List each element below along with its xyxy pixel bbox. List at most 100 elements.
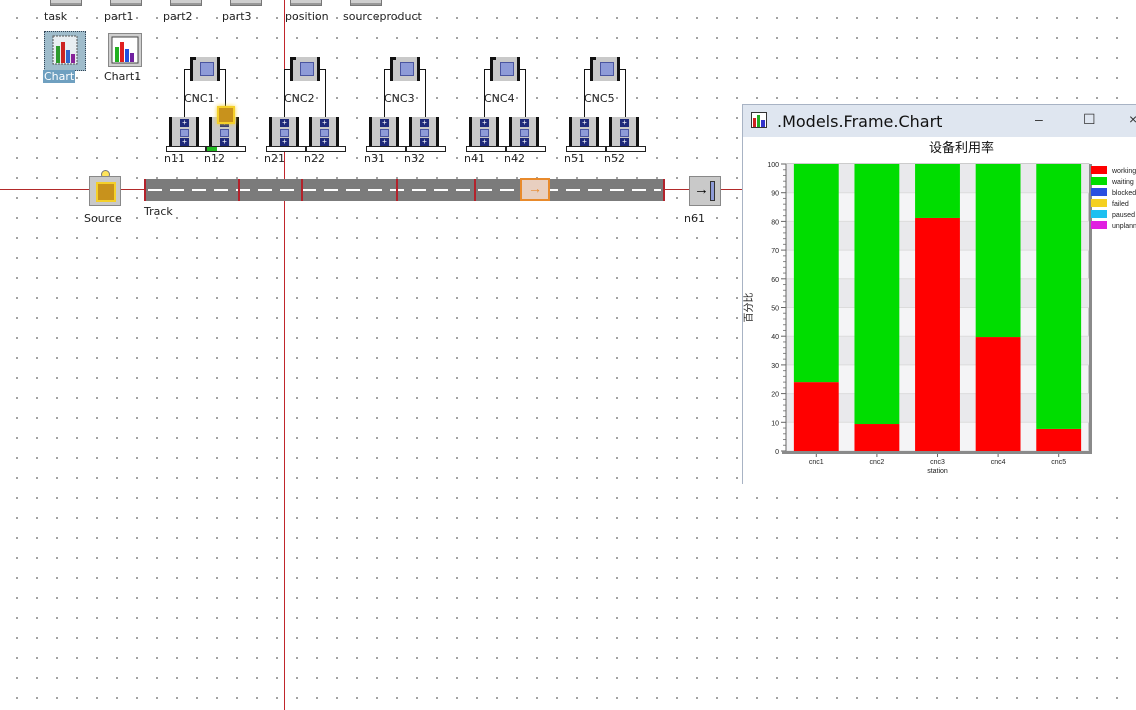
buffer-part-icon xyxy=(480,129,489,137)
source-object[interactable] xyxy=(89,176,121,206)
minimize-button[interactable]: – xyxy=(1035,111,1043,127)
legend-swatch-failed xyxy=(1091,199,1107,207)
track-drain-connector xyxy=(665,189,690,190)
buffer-label: n12 xyxy=(204,152,225,165)
y-tick-label: 30 xyxy=(771,363,779,370)
cnc-machine[interactable] xyxy=(290,57,320,81)
buffer[interactable]: + + xyxy=(469,117,499,149)
legend-label-waiting: waiting xyxy=(1111,179,1134,186)
plus-icon: + xyxy=(480,119,489,127)
bar-waiting-cnc1 xyxy=(793,164,839,383)
machine-part-icon xyxy=(300,62,314,76)
y-tick-label: 60 xyxy=(771,277,779,284)
chart-title: 设备利用率 xyxy=(929,140,994,156)
drain-object[interactable]: → xyxy=(689,176,721,206)
maximize-button[interactable]: ☐ xyxy=(1083,111,1096,128)
chart1-object-icon[interactable] xyxy=(108,33,142,67)
buffer-part-icon xyxy=(280,129,289,137)
buffer-part-icon xyxy=(380,129,389,137)
bar-chart-icon xyxy=(52,35,78,65)
track-sensor xyxy=(474,179,476,201)
return-line xyxy=(625,69,626,119)
plus-icon: + xyxy=(580,119,589,127)
part-in-transit[interactable] xyxy=(217,106,235,124)
buffer[interactable]: + + xyxy=(609,117,639,149)
chart-plot-area: 设备利用率 0 10 20 30 40 50 60 70 80 90 100 百分比 cnc1 cnc2 cn… xyxy=(743,137,1136,484)
buffer[interactable]: + + xyxy=(509,117,539,149)
legend-label-working: working xyxy=(1111,168,1136,175)
return-line xyxy=(325,69,326,119)
object-icon[interactable] xyxy=(230,0,262,6)
track-sensor xyxy=(301,179,303,201)
chart1-object-label: Chart1 xyxy=(104,70,142,83)
y-tick-label: 40 xyxy=(771,334,779,341)
plus-icon: + xyxy=(580,138,589,146)
cnc-machine[interactable] xyxy=(390,57,420,81)
buffer[interactable]: + + xyxy=(269,117,299,149)
x-axis-label: station xyxy=(927,468,948,475)
object-icon[interactable] xyxy=(110,0,142,6)
x-tick-label: cnc2 xyxy=(870,459,885,466)
y-tick-label: 80 xyxy=(771,219,779,226)
y-tick-label: 0 xyxy=(775,449,779,456)
plus-icon: + xyxy=(220,138,229,146)
legend-swatch-paused xyxy=(1091,210,1107,218)
machine-part-icon xyxy=(500,62,514,76)
buffer[interactable]: + + xyxy=(369,117,399,149)
buffer-part-icon xyxy=(180,129,189,137)
object-icon[interactable] xyxy=(290,0,322,6)
bar-working-cnc5 xyxy=(1036,428,1082,451)
buffer[interactable]: + + xyxy=(569,117,599,149)
legend-swatch-unplanned xyxy=(1091,221,1107,229)
buffer[interactable]: + + xyxy=(309,117,339,149)
window-title: .Models.Frame.Chart xyxy=(777,112,943,131)
return-line xyxy=(525,69,526,119)
object-label: part3 xyxy=(222,10,252,23)
track-sensor xyxy=(238,179,240,201)
cnc-machine[interactable] xyxy=(190,57,220,81)
y-tick-label: 70 xyxy=(771,248,779,255)
buffer-part-icon xyxy=(420,129,429,137)
station-label: CNC2 xyxy=(284,92,315,105)
cnc-machine[interactable] xyxy=(490,57,520,81)
bar-working-cnc3 xyxy=(915,217,960,451)
legend-label-unplanned: unplanned xyxy=(1112,223,1136,230)
buffer[interactable]: + + xyxy=(409,117,439,149)
track-label: Track xyxy=(144,205,173,218)
machine-part-icon xyxy=(600,62,614,76)
bar-working-cnc1 xyxy=(793,382,839,451)
drain-outbound-connector xyxy=(718,189,743,190)
chart-window[interactable]: .Models.Frame.Chart – ☐ × 设备利用率 0 10 20 30 40… xyxy=(742,104,1136,484)
buffer-label: n11 xyxy=(164,152,185,165)
return-line xyxy=(425,69,426,119)
source-label: Source xyxy=(84,212,122,225)
arrow-right-icon: → xyxy=(694,181,709,198)
moving-part[interactable]: → xyxy=(520,178,550,201)
y-tick-label: 50 xyxy=(771,306,779,313)
cnc-machine[interactable] xyxy=(590,57,620,81)
track-sensor xyxy=(663,179,665,201)
plus-icon: + xyxy=(480,138,489,146)
plus-icon: + xyxy=(180,138,189,146)
track-conveyor[interactable] xyxy=(144,179,665,201)
chart-object-label[interactable]: Chart xyxy=(43,70,76,83)
object-label: part2 xyxy=(163,10,193,23)
object-icon[interactable] xyxy=(350,0,382,6)
buffer-part-icon xyxy=(320,129,329,137)
buffer-label: n31 xyxy=(364,152,385,165)
object-icon[interactable] xyxy=(50,0,82,6)
x-tick-label: cnc4 xyxy=(991,459,1006,466)
plot-shadow xyxy=(1089,164,1092,454)
legend-swatch-working xyxy=(1091,166,1107,174)
object-icon[interactable] xyxy=(170,0,202,6)
legend-swatch-waiting xyxy=(1091,177,1107,185)
plus-icon: + xyxy=(280,119,289,127)
close-button[interactable]: × xyxy=(1129,111,1136,127)
buffer[interactable]: + + xyxy=(169,117,199,149)
window-titlebar[interactable]: .Models.Frame.Chart – ☐ × xyxy=(743,105,1136,137)
plus-icon: + xyxy=(420,138,429,146)
feed-line xyxy=(384,69,392,70)
buffer-label: n32 xyxy=(404,152,425,165)
buffer-part-icon xyxy=(220,129,229,137)
chart-object-icon[interactable] xyxy=(44,31,86,71)
